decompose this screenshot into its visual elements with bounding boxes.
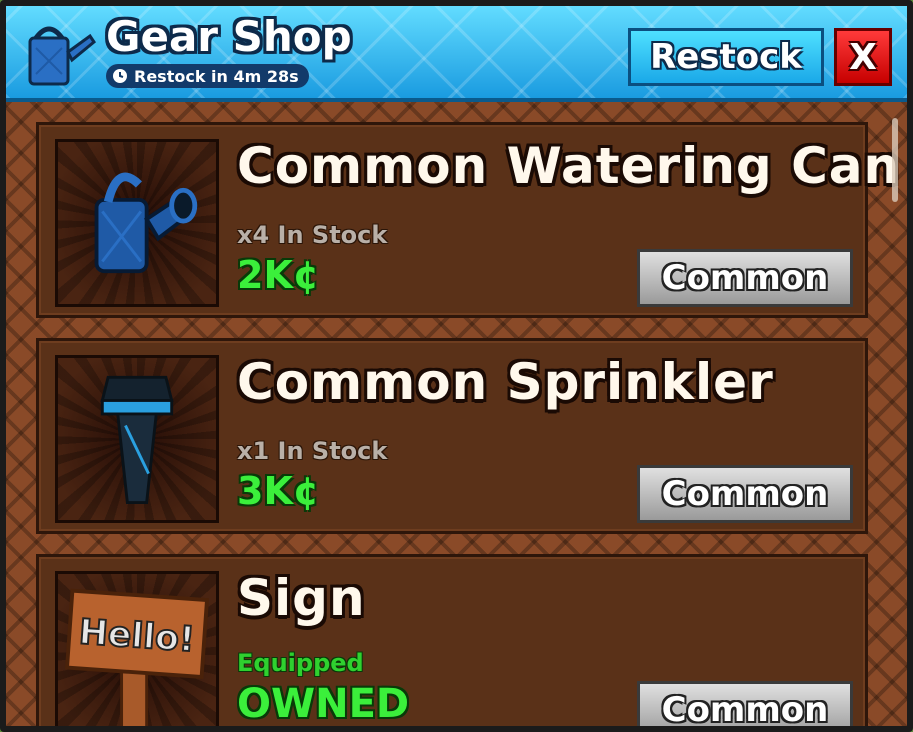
item-name: Sign bbox=[237, 569, 366, 627]
item-price: 3K¢ bbox=[237, 469, 320, 513]
close-button[interactable]: X bbox=[834, 28, 892, 86]
rarity-badge[interactable]: Common bbox=[637, 249, 853, 307]
shop-item-card[interactable]: Common Sprinkler x1 In Stock 3K¢ Common bbox=[36, 338, 868, 534]
sign-icon: Hello! bbox=[64, 588, 210, 726]
watering-can-icon bbox=[94, 172, 198, 274]
shop-item-card[interactable]: Common Watering Can x4 In Stock 2K¢ Comm… bbox=[36, 122, 899, 318]
rarity-badge[interactable]: Common bbox=[637, 681, 853, 726]
watering-can-icon bbox=[28, 26, 96, 86]
item-stock: x1 In Stock bbox=[237, 437, 388, 465]
item-thumbnail: Hello! bbox=[55, 571, 219, 726]
item-stock: x4 In Stock bbox=[237, 221, 388, 249]
item-name: Common Watering Can bbox=[237, 137, 901, 195]
rarity-badge[interactable]: Common bbox=[637, 465, 853, 523]
item-name: Common Sprinkler bbox=[237, 353, 774, 411]
shop-header: Gear Shop Restock in 4m 28s Restock X bbox=[6, 6, 907, 102]
sign-text: Hello! bbox=[78, 612, 196, 660]
restock-timer: Restock in 4m 28s bbox=[106, 64, 309, 88]
restock-timer-text: Restock in 4m 28s bbox=[134, 66, 299, 86]
item-thumbnail bbox=[55, 355, 219, 523]
equipped-status: Equipped bbox=[237, 649, 364, 677]
sprinkler-icon bbox=[100, 375, 174, 505]
shop-item-card[interactable]: Hello! Sign Equipped OWNED Common bbox=[36, 554, 868, 727]
clock-icon bbox=[113, 69, 127, 83]
item-thumbnail bbox=[55, 139, 219, 307]
shop-title: Gear Shop bbox=[106, 12, 352, 61]
owned-label: OWNED bbox=[237, 681, 410, 727]
scrollbar[interactable] bbox=[892, 118, 898, 202]
gear-shop-window: Gear Shop Restock in 4m 28s Restock X Co… bbox=[0, 0, 913, 732]
restock-button[interactable]: Restock bbox=[628, 28, 824, 86]
item-list[interactable]: Common Watering Can x4 In Stock 2K¢ Comm… bbox=[6, 102, 907, 727]
item-price: 2K¢ bbox=[237, 253, 320, 297]
